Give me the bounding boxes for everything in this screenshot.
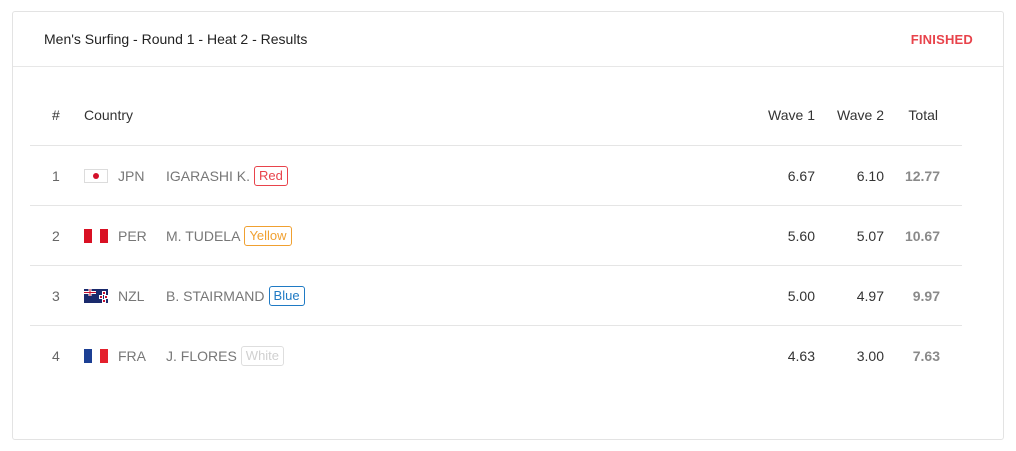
rank-cell: 1 — [52, 167, 60, 184]
peru-flag-icon — [84, 228, 108, 243]
athlete-cell: M. TUDELA Yellow — [166, 225, 731, 246]
france-flag-icon — [84, 348, 108, 363]
column-header-wave1: Wave 1 — [768, 107, 815, 123]
country-code: PER — [118, 227, 147, 244]
wave1-score: 5.00 — [787, 287, 815, 304]
country-cell: JPN — [84, 168, 166, 184]
jersey-badge: White — [240, 345, 285, 366]
wave2-score: 5.07 — [856, 227, 884, 244]
heat-title: Men's Surfing - Round 1 - Heat 2 - Resul… — [44, 31, 308, 47]
total-score: 12.77 — [904, 167, 940, 184]
jersey-badge: Yellow — [244, 225, 292, 246]
country-cell: FRA — [84, 348, 166, 364]
column-header-wave2: Wave 2 — [837, 107, 884, 123]
table-row: 2 PER M. TUDELA Yellow 5.60 5.07 10.67 — [30, 206, 962, 266]
country-cell: NZL — [84, 288, 166, 304]
athlete-name: J. FLORES — [166, 347, 237, 364]
athlete-name: M. TUDELA — [166, 227, 241, 244]
country-code: JPN — [118, 167, 145, 184]
table-row: 4 FRA J. FLORES White 4.63 3.00 7.63 — [30, 326, 962, 385]
column-header-total: Total — [908, 107, 938, 123]
jersey-badge: Red — [254, 165, 288, 186]
column-header-country: Country — [84, 107, 134, 123]
column-header-rank: # — [52, 107, 60, 123]
athlete-cell: B. STAIRMAND Blue — [166, 285, 731, 306]
athlete-cell: IGARASHI K. Red — [166, 165, 731, 186]
status-badge: FINISHED — [910, 31, 973, 47]
athlete-cell: J. FLORES White — [166, 345, 731, 366]
rank-cell: 3 — [52, 287, 60, 304]
wave1-score: 6.67 — [787, 167, 815, 184]
total-score: 10.67 — [904, 227, 940, 244]
rank-cell: 4 — [52, 347, 60, 364]
wave2-score: 6.10 — [856, 167, 884, 184]
athlete-name: B. STAIRMAND — [166, 287, 265, 304]
country-cell: PER — [84, 228, 166, 244]
wave2-score: 3.00 — [856, 347, 884, 364]
country-code: FRA — [118, 347, 146, 364]
wave1-score: 5.60 — [787, 227, 815, 244]
rank-cell: 2 — [52, 227, 60, 244]
japan-flag-icon — [84, 168, 108, 183]
new-zealand-flag-icon — [84, 288, 108, 303]
total-score: 7.63 — [912, 347, 940, 364]
total-score: 9.97 — [912, 287, 940, 304]
table-header: # Country Wave 1 Wave 2 Total — [30, 85, 962, 146]
results-table: # Country Wave 1 Wave 2 Total 1 JPN IGAR… — [30, 85, 962, 385]
wave2-score: 4.97 — [856, 287, 884, 304]
table-row: 1 JPN IGARASHI K. Red 6.67 6.10 12.77 — [30, 146, 962, 206]
jersey-badge: Blue — [268, 285, 305, 306]
table-row: 3 NZL B. STAIRMAND Blue 5.00 4.97 9.97 — [30, 266, 962, 326]
card-header: Men's Surfing - Round 1 - Heat 2 - Resul… — [13, 12, 1003, 67]
wave1-score: 4.63 — [787, 347, 815, 364]
athlete-name: IGARASHI K. — [166, 167, 251, 184]
country-code: NZL — [118, 287, 145, 304]
